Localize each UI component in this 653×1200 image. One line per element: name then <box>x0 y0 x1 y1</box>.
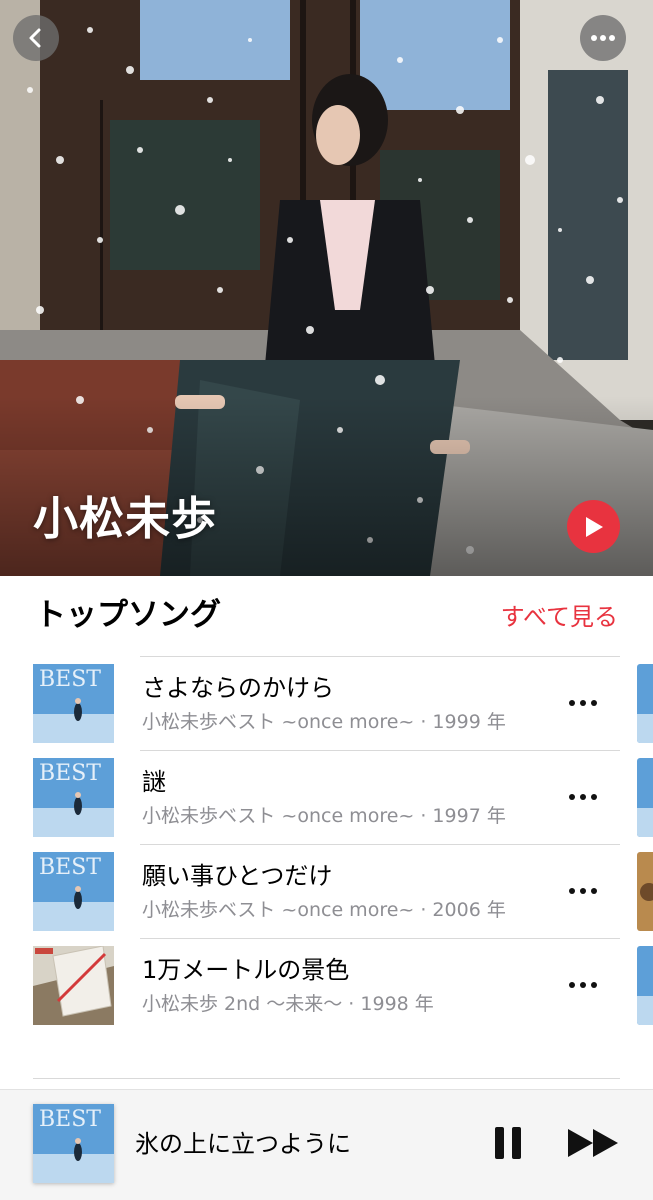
song-more-button[interactable] <box>563 974 603 996</box>
next-column-art[interactable] <box>637 852 653 931</box>
now-playing-art: BEST <box>33 1104 114 1183</box>
now-playing-title: 氷の上に立つように <box>135 1130 351 1158</box>
song-more-button[interactable] <box>563 786 603 808</box>
svg-text:BEST: BEST <box>39 1107 101 1132</box>
svg-text:BEST: BEST <box>39 855 101 880</box>
song-row[interactable]: BEST 謎 小松未歩ベスト ~once more~ · 1997 年 <box>0 750 653 844</box>
svg-text:BEST: BEST <box>39 667 101 692</box>
fast-forward-icon <box>568 1129 618 1157</box>
top-songs-list: BEST さよならのかけら 小松未歩ベスト ~once more~ · 1999… <box>0 656 653 1032</box>
ellipsis-icon <box>569 794 597 800</box>
row-divider <box>140 750 620 751</box>
song-title: 願い事ひとつだけ <box>142 862 333 890</box>
see-all-link[interactable]: すべて見る <box>501 605 618 629</box>
ellipsis-icon <box>569 700 597 706</box>
song-row[interactable]: BEST さよならのかけら 小松未歩ベスト ~once more~ · 1999… <box>0 656 653 750</box>
song-title: 謎 <box>142 768 166 796</box>
song-subtitle: 小松未歩ベスト ~once more~ · 2006 年 <box>142 899 506 921</box>
album-art: BEST <box>33 758 114 837</box>
song-more-button[interactable] <box>563 880 603 902</box>
album-art: BEST <box>33 852 114 931</box>
row-divider <box>140 656 620 657</box>
more-options-button[interactable] <box>580 15 626 61</box>
album-art: BEST <box>33 664 114 743</box>
next-column-art[interactable] <box>637 664 653 743</box>
song-title: さよならのかけら <box>142 674 334 702</box>
album-art <box>33 946 114 1025</box>
next-column-art[interactable] <box>637 946 653 1025</box>
artist-name: 小松未歩 <box>33 492 218 545</box>
back-button[interactable] <box>13 15 59 61</box>
pause-icon <box>495 1127 521 1159</box>
svg-text:BEST: BEST <box>39 761 101 786</box>
hero-gradient <box>0 396 653 576</box>
song-subtitle: 小松未歩ベスト ~once more~ · 1997 年 <box>142 805 506 827</box>
row-divider <box>140 844 620 845</box>
chevron-left-icon <box>29 28 41 48</box>
song-more-button[interactable] <box>563 692 603 714</box>
section-divider <box>33 1078 620 1079</box>
ellipsis-icon <box>569 982 597 988</box>
song-row[interactable]: 1万メートルの景色 小松未歩 2nd 〜未来〜 · 1998 年 <box>0 938 653 1032</box>
play-button[interactable] <box>567 500 620 553</box>
next-column-art[interactable] <box>637 758 653 837</box>
artist-hero: 小松未歩 <box>0 0 653 576</box>
pause-button[interactable] <box>493 1126 523 1160</box>
row-divider <box>140 938 620 939</box>
song-subtitle: 小松未歩 2nd 〜未来〜 · 1998 年 <box>142 993 434 1015</box>
song-title: 1万メートルの景色 <box>142 956 350 984</box>
song-subtitle: 小松未歩ベスト ~once more~ · 1999 年 <box>142 711 506 733</box>
mini-player[interactable]: BEST 氷の上に立つように <box>0 1089 653 1200</box>
section-title-top-songs: トップソング <box>35 597 221 633</box>
ellipsis-icon <box>591 35 615 41</box>
fast-forward-button[interactable] <box>566 1128 620 1158</box>
ellipsis-icon <box>569 888 597 894</box>
play-icon <box>585 516 603 537</box>
song-row[interactable]: BEST 願い事ひとつだけ 小松未歩ベスト ~once more~ · 2006… <box>0 844 653 938</box>
